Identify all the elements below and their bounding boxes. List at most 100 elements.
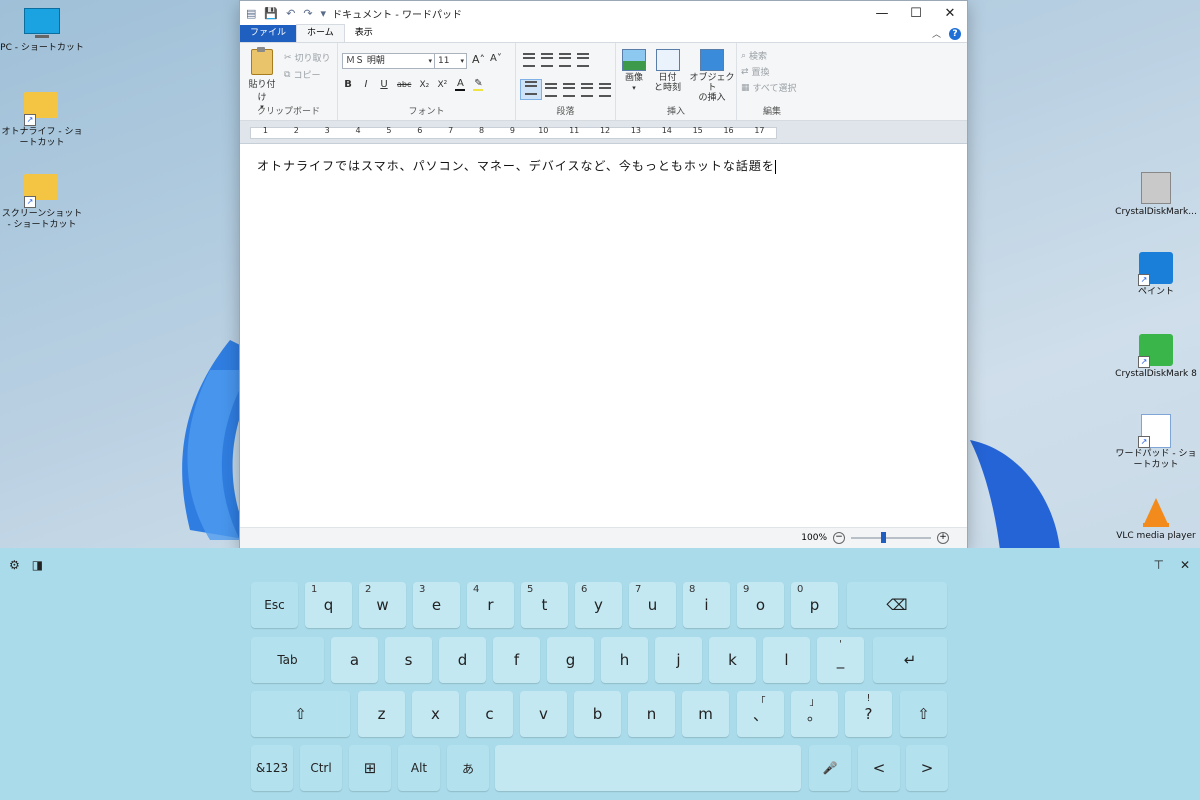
superscript-button[interactable]: X²: [437, 80, 448, 90]
undo-icon[interactable]: ↶: [286, 7, 295, 20]
desktop-icon-otonalife[interactable]: ↗ オトナライフ - ショートカット: [0, 92, 84, 149]
font-size-select[interactable]: 11 ▾: [434, 53, 467, 69]
key-comma-jp[interactable]: 「、: [737, 691, 784, 737]
bold-button[interactable]: B: [343, 79, 353, 90]
select-all-button[interactable]: ▦ すべて選択: [741, 81, 797, 95]
highlight-button[interactable]: ✎: [473, 78, 484, 91]
desktop-icon-pc[interactable]: PC - ショートカット: [0, 8, 84, 54]
tab-home[interactable]: ホーム: [296, 24, 345, 42]
key-ime-mode[interactable]: あ: [447, 745, 489, 791]
copy-button[interactable]: ⧉ コピー: [284, 68, 320, 82]
font-color-button[interactable]: A: [455, 78, 466, 91]
minimize-button[interactable]: —: [865, 6, 899, 21]
underline-button[interactable]: U: [379, 79, 389, 90]
key-backspace[interactable]: ⌫: [847, 582, 947, 628]
paragraph-settings-icon[interactable]: [599, 82, 611, 97]
key-h[interactable]: h: [601, 637, 648, 683]
italic-button[interactable]: I: [361, 79, 371, 90]
key-v[interactable]: v: [520, 691, 567, 737]
key-z[interactable]: z: [358, 691, 405, 737]
key-o[interactable]: 9o: [737, 582, 784, 628]
key-space[interactable]: [495, 745, 801, 791]
key-ctrl[interactable]: Ctrl: [300, 745, 342, 791]
key-j[interactable]: j: [655, 637, 702, 683]
key-shift-right[interactable]: ⇧: [900, 691, 947, 737]
bullets-icon[interactable]: [559, 53, 571, 67]
align-right-icon[interactable]: [563, 82, 575, 97]
key-y[interactable]: 6y: [575, 582, 622, 628]
key-i[interactable]: 8i: [683, 582, 730, 628]
key-s[interactable]: s: [385, 637, 432, 683]
save-icon[interactable]: 💾: [264, 7, 278, 20]
align-left-icon[interactable]: [525, 81, 537, 95]
key-m[interactable]: m: [682, 691, 729, 737]
key-q[interactable]: 1q: [305, 582, 352, 628]
key-w[interactable]: 2w: [359, 582, 406, 628]
key-esc[interactable]: Esc: [251, 582, 298, 628]
key-arrow-right[interactable]: >: [906, 745, 948, 791]
key-p[interactable]: 0p: [791, 582, 838, 628]
justify-icon[interactable]: [581, 82, 593, 97]
key-symbols[interactable]: &123: [251, 745, 293, 791]
close-keyboard-icon[interactable]: ✕: [1180, 558, 1190, 572]
replace-button[interactable]: ⇄ 置換: [741, 65, 770, 79]
insert-datetime-button[interactable]: 日付 と時刻: [654, 49, 681, 93]
cut-button[interactable]: ✂ 切り取り: [284, 51, 331, 65]
line-spacing-icon[interactable]: [577, 53, 589, 67]
increase-indent-icon[interactable]: [541, 53, 553, 67]
key-c[interactable]: c: [466, 691, 513, 737]
zoom-slider[interactable]: [851, 532, 931, 543]
key-shift-left[interactable]: ⇧: [251, 691, 350, 737]
close-button[interactable]: ✕: [933, 6, 967, 21]
desktop-icon-crystaldiskmark-1[interactable]: CrystalDiskMark...: [1114, 172, 1198, 218]
key-e[interactable]: 3e: [413, 582, 460, 628]
maximize-button[interactable]: ☐: [899, 6, 933, 21]
sticker-icon[interactable]: ◨: [32, 558, 43, 572]
insert-object-button[interactable]: オブジェクト の挿入: [688, 49, 736, 103]
align-center-icon[interactable]: [545, 82, 557, 97]
key-x[interactable]: x: [412, 691, 459, 737]
document-area[interactable]: オトナライフではスマホ、パソコン、マネー、デバイスなど、今もっともホットな話題を: [240, 145, 967, 527]
key-k[interactable]: k: [709, 637, 756, 683]
key-u[interactable]: 7u: [629, 582, 676, 628]
decrease-indent-icon[interactable]: [523, 53, 535, 67]
desktop-icon-screenshot[interactable]: ↗ スクリーンショット - ショートカット: [0, 174, 84, 231]
key-a[interactable]: a: [331, 637, 378, 683]
key-tab[interactable]: Tab: [251, 637, 324, 683]
help-icon[interactable]: ?: [949, 27, 961, 40]
desktop-icon-vlc[interactable]: VLC media player: [1114, 496, 1198, 542]
key-r[interactable]: 4r: [467, 582, 514, 628]
desktop-icon-wordpad[interactable]: ↗ ワードパッド - ショートカット: [1114, 414, 1198, 471]
subscript-button[interactable]: X₂: [419, 80, 430, 90]
key-d[interactable]: d: [439, 637, 486, 683]
ruler[interactable]: 1 2 3 4 5 6 7 8 9 10 11 12 13 14 15 16 1…: [240, 121, 967, 144]
document-text-line[interactable]: オトナライフではスマホ、パソコン、マネー、デバイスなど、今もっともホットな話題を: [257, 157, 776, 174]
key-f[interactable]: f: [493, 637, 540, 683]
find-button[interactable]: ⌕ 検索: [741, 49, 767, 63]
key-g[interactable]: g: [547, 637, 594, 683]
tab-file[interactable]: ファイル: [240, 25, 297, 42]
grow-font-icon[interactable]: A˄: [472, 53, 485, 66]
zoom-in-button[interactable]: +: [937, 532, 949, 544]
key-l[interactable]: l: [763, 637, 810, 683]
key-b[interactable]: b: [574, 691, 621, 737]
key-microphone[interactable]: 🎤: [809, 745, 851, 791]
key-t[interactable]: 5t: [521, 582, 568, 628]
key-arrow-left[interactable]: <: [858, 745, 900, 791]
tab-view[interactable]: 表示: [345, 25, 383, 42]
font-name-select[interactable]: ＭＳ 明朝 ▾: [342, 53, 435, 69]
key-enter[interactable]: ↵: [873, 637, 947, 683]
key-question[interactable]: !?: [845, 691, 892, 737]
insert-picture-button[interactable]: 画像 ▾: [622, 49, 646, 93]
desktop-icon-paint[interactable]: ↗ ペイント: [1114, 252, 1198, 298]
redo-icon[interactable]: ↷: [303, 7, 312, 20]
key-windows[interactable]: ⊞: [349, 745, 391, 791]
desktop-icon-crystaldiskmark-8[interactable]: ↗ CrystalDiskMark 8: [1114, 334, 1198, 380]
quick-access-dropdown-icon[interactable]: ▾: [321, 7, 327, 20]
paste-button[interactable]: 貼り付け ▾: [246, 47, 278, 111]
shrink-font-icon[interactable]: A˅: [490, 53, 502, 64]
key-underscore[interactable]: ' _: [817, 637, 864, 683]
dock-keyboard-icon[interactable]: ⊤: [1153, 558, 1163, 572]
key-period-jp[interactable]: 」。: [791, 691, 838, 737]
zoom-slider-thumb[interactable]: [881, 532, 886, 543]
